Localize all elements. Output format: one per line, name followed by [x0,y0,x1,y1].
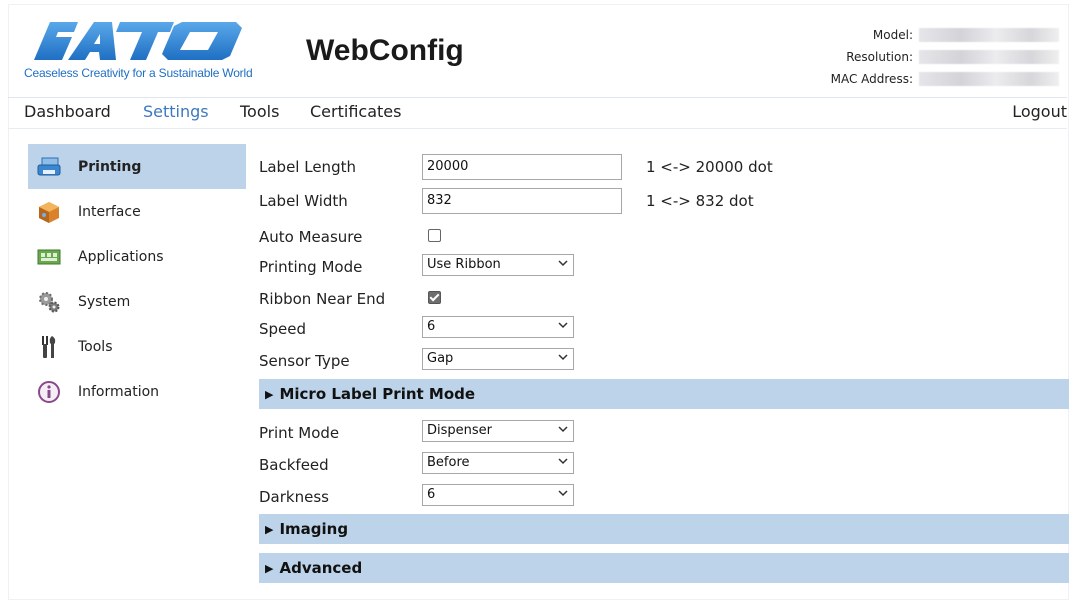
section-title: Micro Label Print Mode [279,385,476,403]
backfeed-value: Before [427,455,470,470]
nav-certificates[interactable]: Certificates [310,102,401,121]
label-length-input[interactable]: 20000 [422,154,622,180]
printing-mode-value: Use Ribbon [427,257,501,272]
sensor-type-label: Sensor Type [259,352,350,370]
nav-settings[interactable]: Settings [143,102,209,121]
section-imaging[interactable]: ▶ Imaging [259,514,1069,544]
label-length-label: Label Length [259,158,356,176]
sensor-type-select[interactable]: Gap [422,348,574,370]
section-title: Advanced [279,559,363,577]
sidebar: Printing Interface Applications System T… [28,144,246,414]
mac-value-redacted [919,72,1059,86]
darkness-select[interactable]: 6 [422,484,574,506]
sidebar-label: Printing [78,158,142,175]
model-label: Model: [872,28,913,42]
printer-icon [36,155,62,179]
sidebar-item-system[interactable]: System [28,279,246,324]
auto-measure-label: Auto Measure [259,228,363,246]
resolution-value-redacted [919,50,1059,64]
sidebar-item-printing[interactable]: Printing [28,144,246,189]
darkness-label: Darkness [259,488,329,506]
resolution-row: Resolution: [799,46,1059,68]
triangle-right-icon: ▶ [265,522,274,536]
speed-select[interactable]: 6 [422,316,574,338]
section-title: Imaging [279,520,349,538]
print-mode-select[interactable]: Dispenser [422,420,574,442]
label-length-hint: 1 <-> 20000 dot [646,158,773,176]
print-mode-label: Print Mode [259,424,340,442]
backfeed-label: Backfeed [259,456,329,474]
resolution-label: Resolution: [846,50,913,64]
info-icon [36,380,62,404]
chevron-down-icon [558,354,568,361]
sidebar-label: Interface [78,203,141,220]
triangle-right-icon: ▶ [265,561,274,575]
mac-row: MAC Address: [799,68,1059,90]
chevron-down-icon [558,260,568,267]
section-advanced[interactable]: ▶ Advanced [259,553,1069,583]
chevron-down-icon [558,458,568,465]
print-mode-value: Dispenser [427,423,492,438]
sidebar-item-tools[interactable]: Tools [28,324,246,369]
backfeed-select[interactable]: Before [422,452,574,474]
header: Ceaseless Creativity for a Sustainable W… [0,0,1075,96]
sidebar-item-information[interactable]: Information [28,369,246,414]
device-info: Model: Resolution: MAC Address: [799,24,1059,90]
sidebar-label: Tools [78,338,113,355]
sidebar-item-interface[interactable]: Interface [28,189,246,234]
tools-icon [36,335,62,359]
speed-value: 6 [427,319,436,334]
interface-box-icon [36,200,62,224]
darkness-value: 6 [427,487,436,502]
printing-mode-select[interactable]: Use Ribbon [422,254,574,276]
nav-tools[interactable]: Tools [240,102,279,121]
sidebar-item-applications[interactable]: Applications [28,234,246,279]
model-row: Model: [799,24,1059,46]
printing-mode-label: Printing Mode [259,258,363,276]
sidebar-label: Information [78,383,160,400]
ribbon-near-end-label: Ribbon Near End [259,290,386,308]
applications-icon [36,245,62,269]
chevron-down-icon [558,322,568,329]
chevron-down-icon [558,490,568,497]
mac-label: MAC Address: [830,72,913,86]
nav-dashboard[interactable]: Dashboard [24,102,111,121]
label-width-hint: 1 <-> 832 dot [646,192,754,210]
chevron-down-icon [558,426,568,433]
sato-logo [34,22,242,60]
top-nav: Dashboard Settings Tools Certificates Lo… [8,97,1067,129]
gears-icon [36,290,62,314]
label-width-input[interactable]: 832 [422,188,622,214]
ribbon-near-end-checkbox[interactable] [428,291,441,304]
speed-label: Speed [259,320,307,338]
triangle-right-icon: ▶ [265,387,274,401]
tagline: Ceaseless Creativity for a Sustainable W… [24,66,253,80]
model-value-redacted [919,28,1059,42]
section-micro-label-print-mode[interactable]: ▶ Micro Label Print Mode [259,379,1069,409]
logout-link[interactable]: Logout [1012,102,1067,121]
auto-measure-checkbox[interactable] [428,229,441,242]
sidebar-label: Applications [78,248,164,265]
sidebar-label: System [78,293,131,310]
app-title: WebConfig [306,34,464,67]
label-width-label: Label Width [259,192,348,210]
sensor-type-value: Gap [427,351,454,366]
